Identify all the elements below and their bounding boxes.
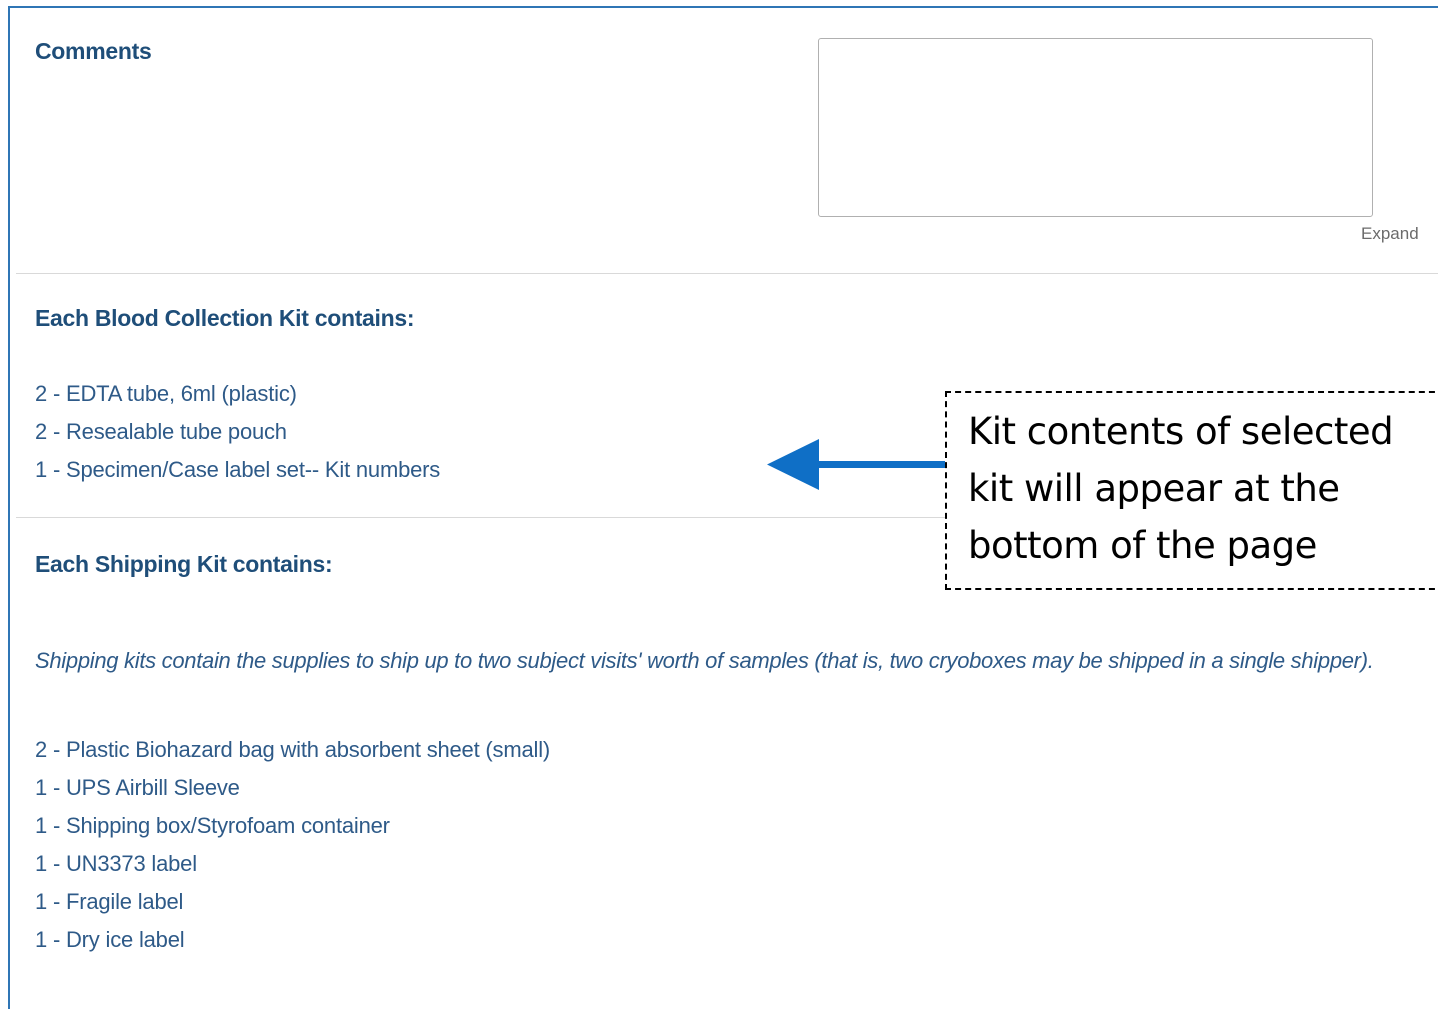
comments-label: Comments [35, 38, 152, 64]
blood-kit-heading: Each Blood Collection Kit contains: [35, 305, 415, 331]
blood-kit-item: 1 - Specimen/Case label set-- Kit number… [35, 457, 441, 482]
expand-link[interactable]: Expand [1361, 224, 1419, 244]
section-divider [16, 273, 1438, 274]
shipping-kit-note: Shipping kits contain the supplies to sh… [35, 648, 1374, 673]
shipping-kit-item: 1 - Dry ice label [35, 927, 185, 952]
shipping-kit-item: 2 - Plastic Biohazard bag with absorbent… [35, 737, 551, 762]
shipping-kit-item: 1 - Shipping box/Styrofoam container [35, 813, 390, 838]
shipping-kit-heading: Each Shipping Kit contains: [35, 551, 333, 577]
comments-textarea[interactable] [818, 38, 1373, 217]
annotation-callout: Kit contents of selected kit will appear… [945, 391, 1438, 590]
arrow-left-icon [767, 439, 950, 490]
shipping-kit-item: 1 - UPS Airbill Sleeve [35, 775, 240, 800]
arrow-shaft [815, 461, 950, 468]
blood-kit-item: 2 - Resealable tube pouch [35, 419, 287, 444]
arrow-head [767, 439, 819, 490]
shipping-kit-item: 1 - UN3373 label [35, 851, 197, 876]
blood-kit-item: 2 - EDTA tube, 6ml (plastic) [35, 381, 297, 406]
shipping-kit-item: 1 - Fragile label [35, 889, 184, 914]
